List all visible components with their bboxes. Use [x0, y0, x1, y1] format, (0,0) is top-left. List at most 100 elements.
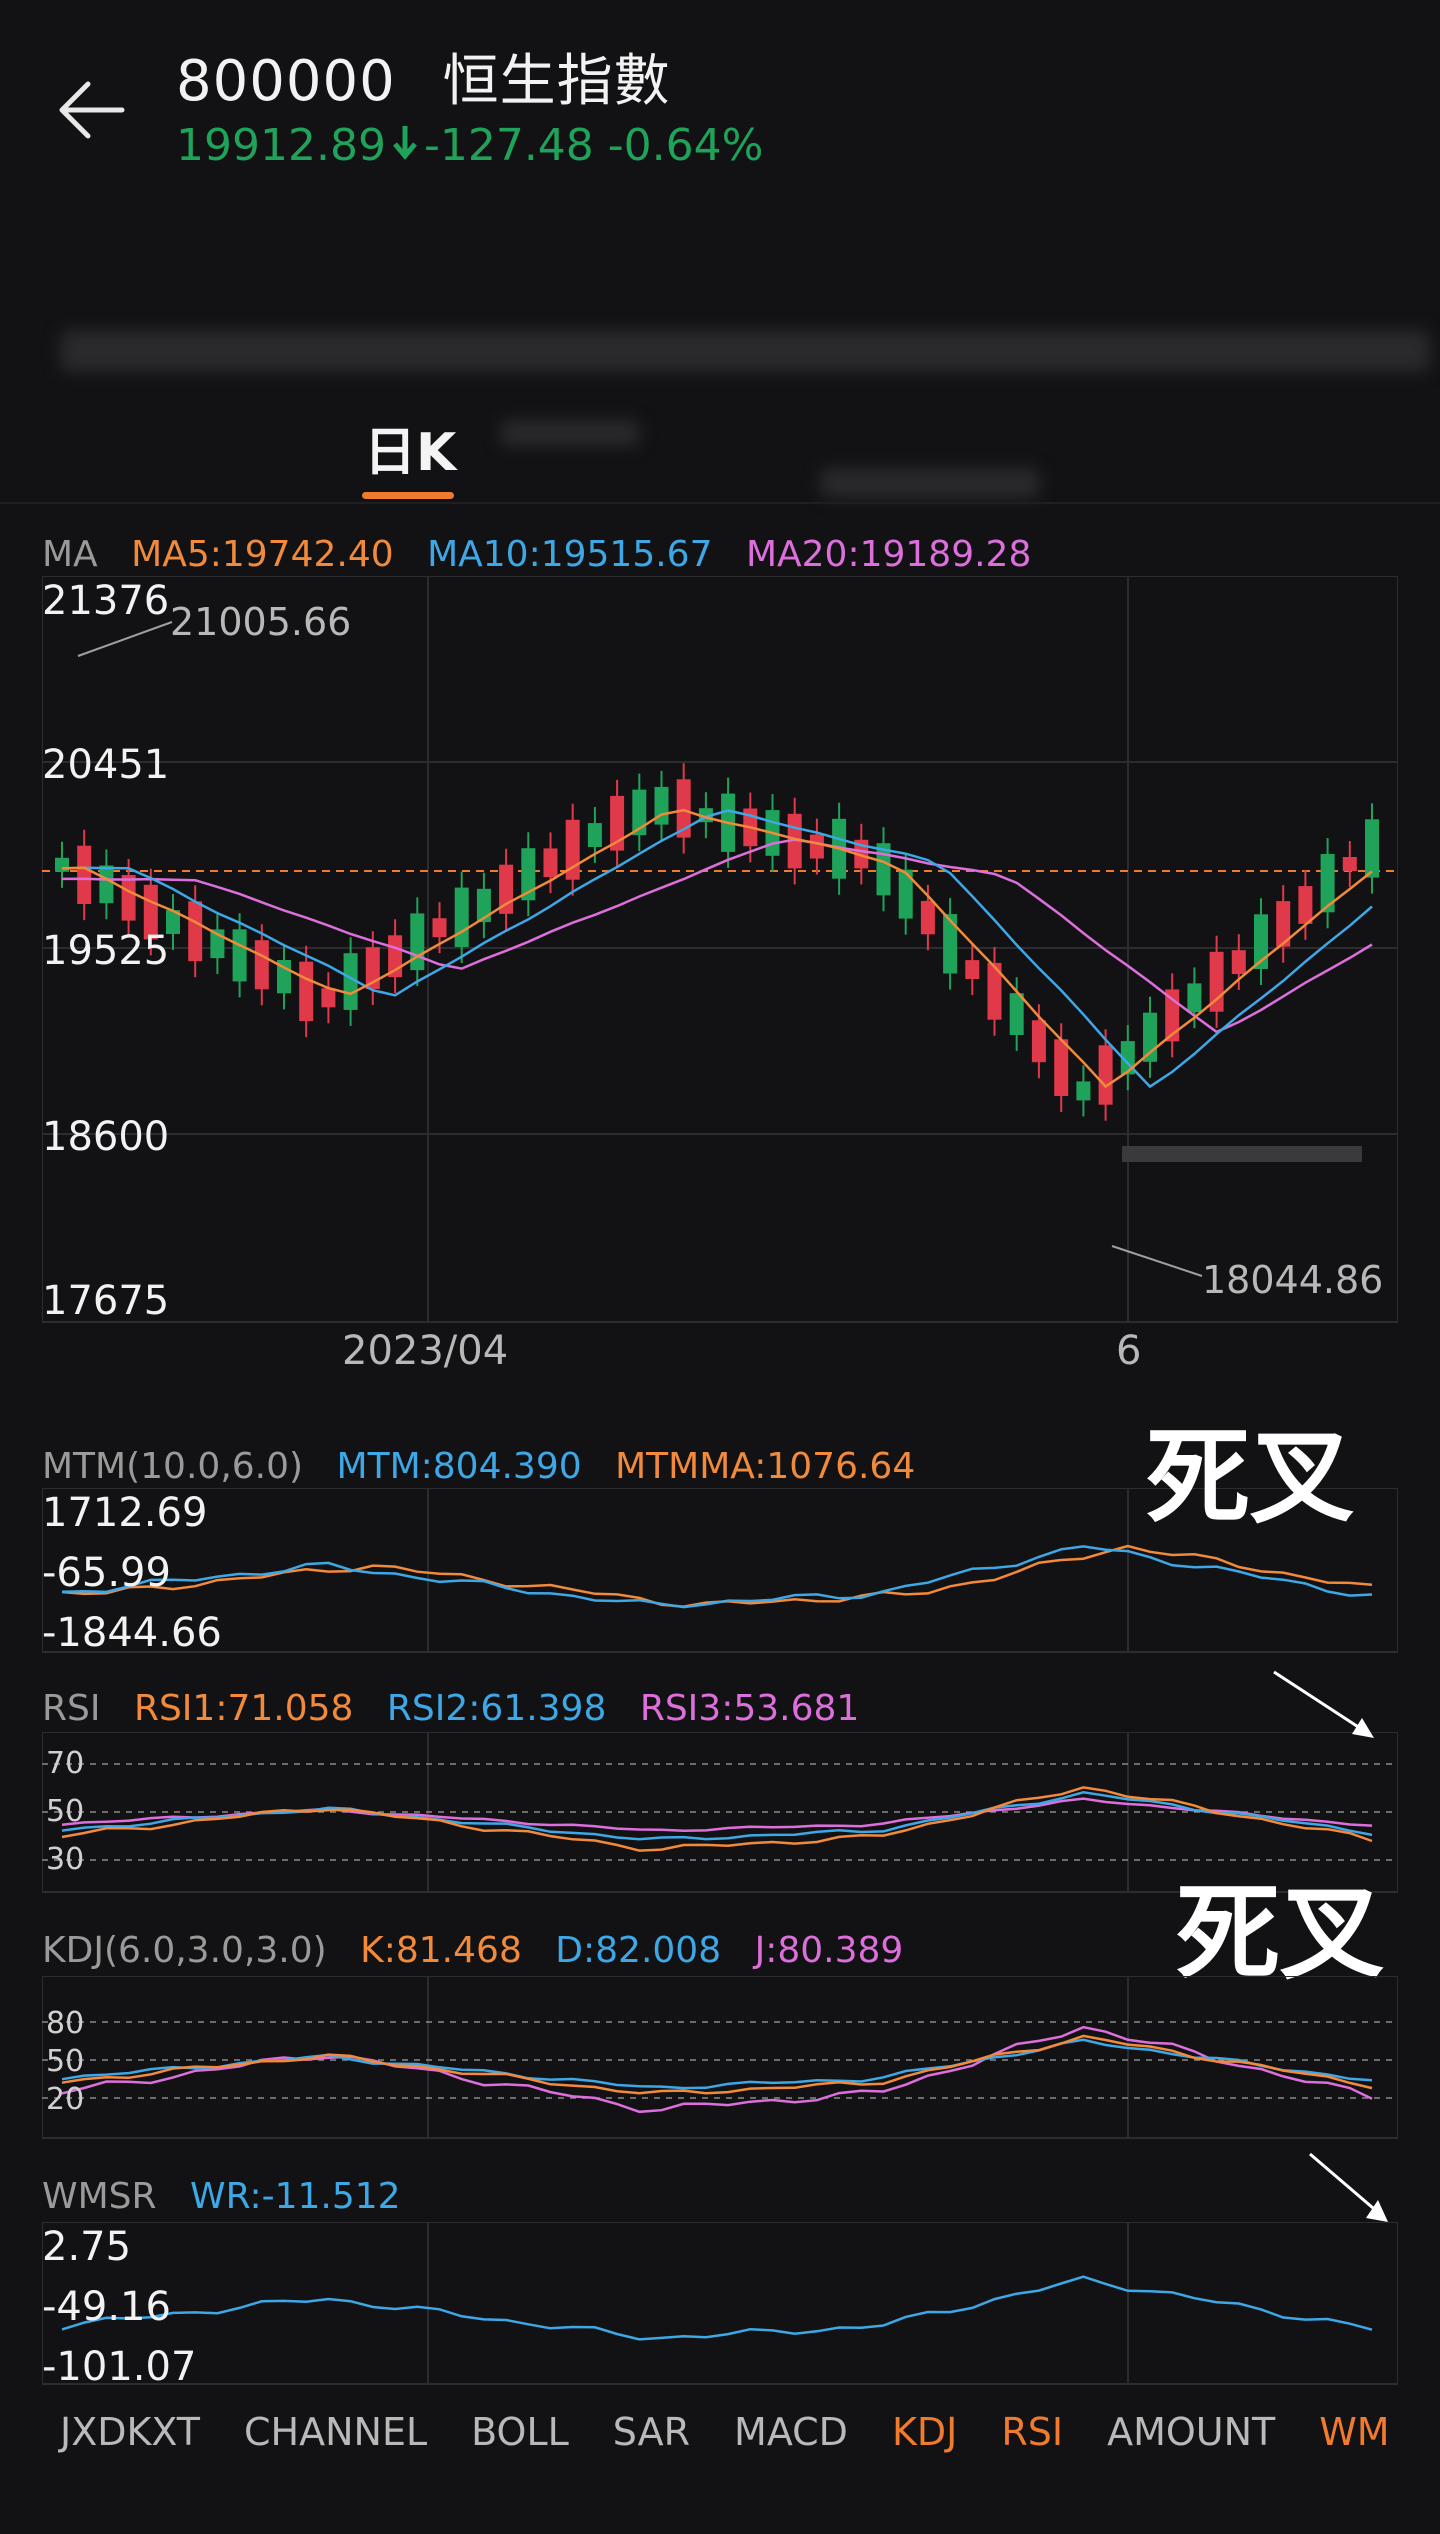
candlestick-chart[interactable]: [42, 576, 1398, 1326]
divider: [0, 502, 1440, 504]
tab-rsi[interactable]: RSI: [1001, 2410, 1063, 2454]
kdj-level-80: 80: [46, 2006, 85, 2041]
tab-kdj[interactable]: KDJ: [892, 2410, 957, 2454]
rsi-legend: RSI RSI1:71.058 RSI2:61.398 RSI3:53.681: [42, 1688, 881, 1729]
candle: [809, 834, 824, 859]
d-value: D:82.008: [555, 1930, 722, 1971]
down-arrow-icon: [392, 120, 418, 171]
rsi-level-30: 30: [46, 1842, 85, 1877]
candle: [454, 887, 469, 947]
death-cross-label-1: 死叉: [1146, 1416, 1355, 1538]
rsi1-value: RSI1:71.058: [133, 1688, 354, 1729]
tab-daily-k[interactable]: 日K: [364, 410, 456, 485]
rsi1-line: [61, 1786, 1373, 1852]
high-leader-line: [77, 621, 173, 657]
stock-code: 800000: [176, 49, 396, 114]
price-value: 19912.89: [176, 120, 386, 171]
mtm-y-mid: -65.99: [42, 1550, 171, 1596]
candle: [1143, 1012, 1157, 1062]
candle: [121, 875, 136, 921]
high-price-label: 21005.66: [170, 600, 352, 644]
mtm-y-bottom: -1844.66: [42, 1610, 222, 1656]
y-label-2: 20451: [42, 742, 170, 788]
tab-macd[interactable]: MACD: [734, 2410, 848, 2454]
rsi-title: RSI: [42, 1688, 101, 1729]
candle: [232, 929, 247, 982]
tab-sar[interactable]: SAR: [613, 2410, 690, 2454]
candle: [99, 865, 114, 904]
candle: [587, 823, 602, 847]
candle: [1342, 857, 1357, 872]
mtmma-line: [61, 1544, 1373, 1608]
candle: [432, 918, 447, 938]
stock-name: 恒生指數: [442, 49, 671, 114]
candle: [410, 913, 425, 971]
x-label-april: 2023/04: [342, 1328, 509, 1374]
redacted-region: [1122, 1146, 1362, 1162]
kdj-legend: KDJ(6.0,3.0,3.0) K:81.468 D:82.008 J:80.…: [42, 1930, 925, 1971]
d-line: [61, 2038, 1373, 2090]
candle: [543, 848, 558, 878]
back-arrow-icon[interactable]: [52, 70, 132, 150]
candle: [1365, 819, 1379, 878]
mtmma-value: MTMMA:1076.64: [615, 1446, 916, 1487]
candle: [1298, 886, 1313, 924]
x-label-june: 6: [1116, 1328, 1142, 1374]
indicator-tab-bar: JXDKXT CHANNEL BOLL SAR MACD KDJ RSI AMO…: [60, 2410, 1390, 2454]
wr-y-bottom: -101.07: [42, 2344, 197, 2390]
candle: [254, 940, 269, 990]
ma10-value: MA10:19515.67: [427, 534, 713, 575]
tab-amount[interactable]: AMOUNT: [1107, 2410, 1275, 2454]
mtm-value: MTM:804.390: [336, 1446, 582, 1487]
change-value: -127.48: [423, 120, 594, 171]
candle: [1031, 1020, 1046, 1063]
redacted-region: [60, 330, 1430, 372]
ma-legend-title: MA: [42, 534, 98, 575]
wr-line: [61, 2275, 1373, 2341]
candle: [1009, 993, 1024, 1035]
arrow-annotation-icon: [1306, 2150, 1396, 2234]
j-line: [61, 2025, 1373, 2114]
wmsr-chart[interactable]: [42, 2222, 1398, 2386]
k-value: K:81.468: [360, 1930, 522, 1971]
wmsr-title: WMSR: [42, 2176, 157, 2217]
rsi-level-50: 50: [46, 1794, 85, 1829]
candle: [1054, 1039, 1069, 1096]
rsi2-line: [61, 1791, 1373, 1841]
tab-jxdkxt[interactable]: JXDKXT: [60, 2410, 200, 2454]
kdj-title: KDJ(6.0,3.0,3.0): [42, 1930, 327, 1971]
candle: [920, 900, 935, 935]
kdj-chart[interactable]: [42, 1976, 1398, 2140]
candle: [299, 961, 314, 1022]
tab-channel[interactable]: CHANNEL: [244, 2410, 427, 2454]
wmsr-legend: WMSR WR:-11.512: [42, 2176, 423, 2217]
rsi2-value: RSI2:61.398: [386, 1688, 607, 1729]
page-title: 800000 恒生指數: [176, 36, 671, 117]
tab-boll[interactable]: BOLL: [471, 2410, 569, 2454]
y-label-3: 19525: [42, 928, 170, 974]
low-price-label: 18044.86: [1202, 1258, 1384, 1302]
j-value: J:80.389: [754, 1930, 904, 1971]
tab-wmsr[interactable]: WM: [1319, 2410, 1389, 2454]
candle: [1076, 1081, 1091, 1101]
wr-y-top: 2.75: [42, 2224, 132, 2270]
candle: [1231, 950, 1246, 974]
wr-y-mid: -49.16: [42, 2284, 171, 2330]
wr-value: WR:-11.512: [189, 2176, 401, 2217]
candle: [1098, 1045, 1113, 1105]
mtm-title: MTM(10.0,6.0): [42, 1446, 304, 1487]
ma5-value: MA5:19742.40: [131, 534, 394, 575]
low-leader-line: [1111, 1245, 1203, 1277]
change-percent: -0.64%: [607, 120, 764, 171]
active-tab-indicator: [362, 492, 454, 499]
candle: [965, 960, 980, 979]
y-label-top: 21376: [42, 578, 170, 624]
candle: [321, 988, 336, 1008]
mtm-legend: MTM(10.0,6.0) MTM:804.390 MTMMA:1076.64: [42, 1446, 937, 1487]
candle: [943, 914, 958, 974]
kdj-level-20: 20: [46, 2082, 85, 2117]
kdj-level-50: 50: [46, 2044, 85, 2079]
y-label-4: 18600: [42, 1114, 170, 1160]
redacted-region: [820, 468, 1040, 498]
ma20-line: [61, 838, 1373, 1034]
